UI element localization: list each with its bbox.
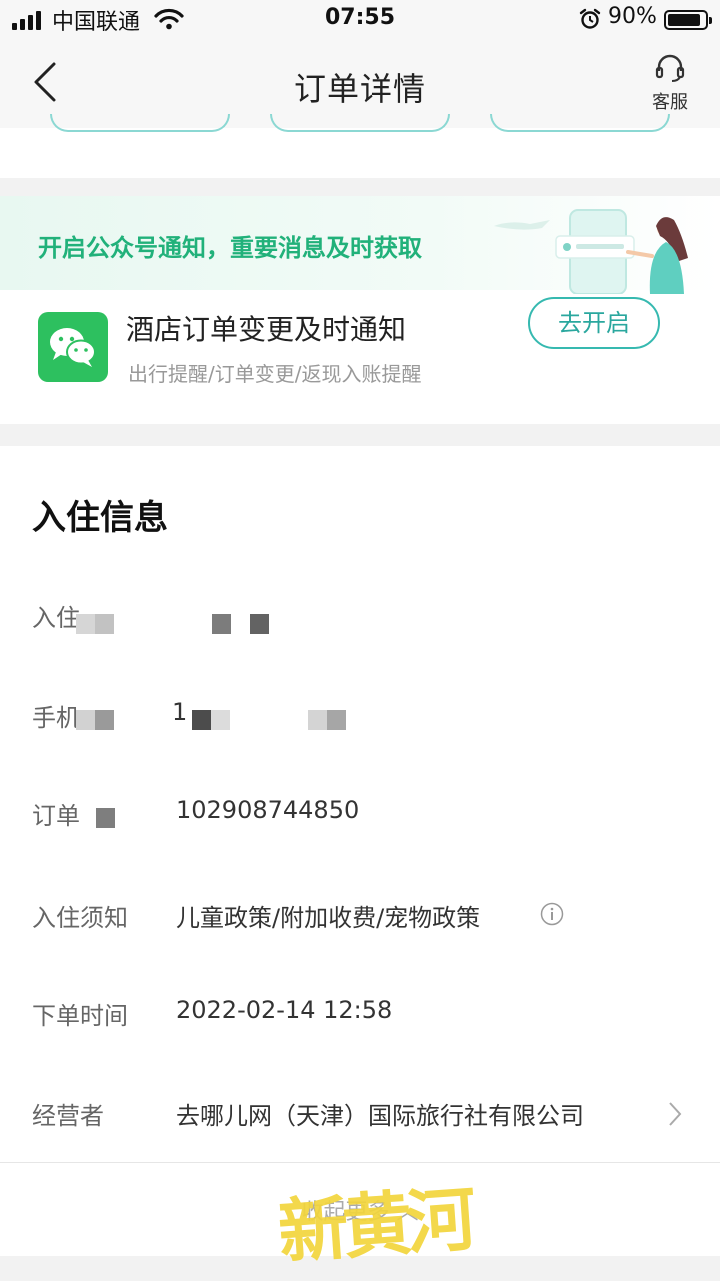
info-row-order-time: 下单时间 2022-02-14 12:58 (0, 996, 720, 1036)
notification-headline: 开启公众号通知，重要消息及时获取 (38, 234, 422, 262)
chevron-right-icon[interactable] (666, 1100, 684, 1128)
info-row-operator[interactable]: 经营者 去哪儿网（天津）国际旅行社有限公司 (0, 1096, 720, 1136)
info-row-guest: 入住 (0, 598, 720, 638)
battery-percent: 90% (608, 4, 657, 29)
redacted-mosaic (96, 808, 115, 828)
row-label: 下单时间 (32, 1002, 128, 1030)
row-label: 订单 (32, 802, 80, 830)
headset-icon (655, 54, 685, 82)
checkin-notice-value[interactable]: 儿童政策/附加收费/宠物政策 (176, 898, 480, 933)
notification-card: 开启公众号通知，重要消息及时获取 酒店订单变更及时通知 出行提醒/订单变更/返现… (0, 196, 720, 424)
customer-service-button[interactable]: 客服 (640, 54, 700, 118)
notification-subtitle: 出行提醒/订单变更/返现入账提醒 (128, 362, 422, 386)
action-pill-edge[interactable] (490, 114, 670, 132)
redacted-mosaic (192, 710, 230, 730)
redacted-mosaic (250, 614, 269, 634)
row-label: 入住须知 (32, 904, 128, 932)
status-bar: 中国联通 07:55 90% (0, 0, 720, 40)
notification-banner: 开启公众号通知，重要消息及时获取 (0, 196, 720, 294)
info-row-phone: 手机 1 (0, 698, 720, 738)
page-title: 订单详情 (293, 70, 426, 108)
action-pill-edge[interactable] (270, 114, 450, 132)
watermark-logo: 新黄河 (275, 1177, 474, 1274)
wechat-icon (38, 312, 108, 382)
phone-value: 1 (172, 698, 188, 726)
info-icon[interactable] (540, 902, 564, 926)
row-label: 经营者 (32, 1102, 104, 1130)
alarm-icon (579, 8, 601, 29)
divider (0, 1162, 720, 1163)
order-time-value: 2022-02-14 12:58 (176, 996, 393, 1024)
redacted-mosaic (76, 614, 114, 634)
operator-value[interactable]: 去哪儿网（天津）国际旅行社有限公司 (176, 1096, 584, 1131)
notification-title: 酒店订单变更及时通知 (126, 313, 407, 346)
scrolled-action-card (0, 114, 720, 178)
redacted-mosaic (212, 614, 231, 634)
order-number-value: 102908744850 (176, 796, 360, 824)
info-row-checkin-notice[interactable]: 入住须知 儿童政策/附加收费/宠物政策 (0, 898, 720, 938)
action-pill-edge[interactable] (50, 114, 230, 132)
enable-notification-button[interactable]: 去开启 (528, 297, 660, 349)
section-title: 入住信息 (32, 498, 168, 538)
row-label: 入住 (32, 604, 80, 632)
info-row-order-number: 订单 102908744850 (0, 796, 720, 836)
battery-icon (664, 10, 712, 30)
row-label: 手机 (32, 704, 80, 732)
battery-fill (668, 14, 700, 26)
redacted-mosaic (76, 710, 114, 730)
redacted-mosaic (308, 710, 346, 730)
service-label: 客服 (652, 92, 688, 113)
notification-illustration (494, 209, 688, 294)
checkin-info-card: 入住信息 入住 手机 1 订单 102908744850 入住须知 儿童政策/附… (0, 446, 720, 1256)
